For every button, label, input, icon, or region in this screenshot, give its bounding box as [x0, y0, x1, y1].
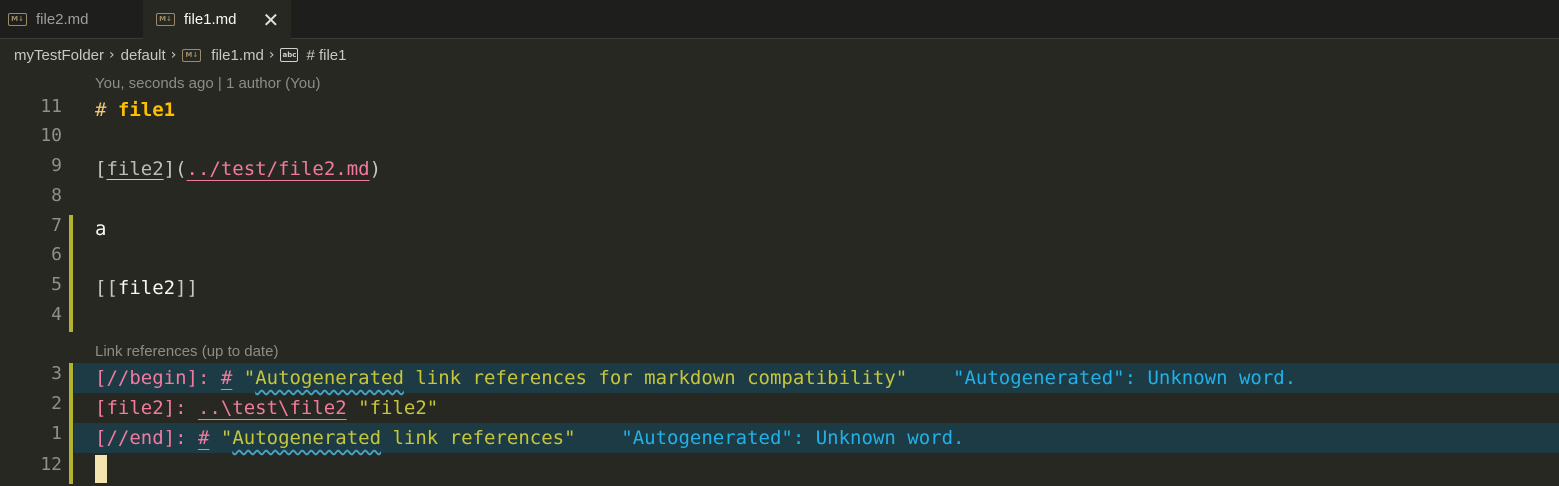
chevron-right-icon: ›	[170, 47, 177, 63]
close-icon[interactable]: ✕	[263, 8, 280, 32]
bracket: ]]	[175, 277, 198, 299]
codelens-blame[interactable]: You, seconds ago | 1 author (You)	[95, 75, 320, 92]
chevron-right-icon: ›	[109, 47, 115, 63]
ref-label: [//begin]:	[95, 367, 210, 389]
editor-line-link[interactable]: [file2](../test/file2.md)	[95, 154, 381, 184]
line-number: 4	[51, 304, 62, 325]
link-url[interactable]: ../test/file2.md	[187, 158, 370, 180]
tab-label: file2.md	[36, 10, 89, 28]
ref-path[interactable]: ..\test\file2	[198, 397, 347, 419]
codelens-link-references[interactable]: Link references (up to date)	[95, 343, 278, 360]
editor-line-heading[interactable]: # file1	[95, 95, 175, 125]
text-cursor	[95, 454, 107, 483]
heading-text: file1	[117, 99, 176, 121]
diagnostic-message: "Autogenerated": Unknown word.	[621, 427, 965, 449]
line-number: 3	[51, 363, 62, 384]
misspelled-word[interactable]: Autogenerated	[232, 427, 381, 449]
plain-text: a	[95, 218, 107, 240]
chevron-right-icon: ›	[268, 47, 275, 63]
markdown-icon: M↓	[8, 12, 27, 26]
bracket: [[	[95, 277, 118, 299]
symbol-string-icon: abc	[280, 48, 299, 62]
editor-line-ref-end[interactable]: [//end]: # "Autogenerated link reference…	[95, 423, 964, 453]
breadcrumb: myTestFolder › default › M↓ file1.md › a…	[14, 44, 346, 66]
ref-title-rest: link references"	[381, 427, 576, 449]
link-text[interactable]: file2	[106, 158, 163, 180]
markdown-icon: M↓	[182, 48, 202, 62]
breadcrumb-folder[interactable]: myTestFolder	[14, 47, 104, 64]
bracket: ](	[163, 158, 187, 180]
editor-line-ref-file2[interactable]: [file2]: ..\test\file2 "file2"	[95, 393, 438, 423]
line-number: 11	[40, 96, 62, 117]
misspelled-word[interactable]: Autogenerated	[255, 367, 404, 389]
diagnostic-message: "Autogenerated": Unknown word.	[953, 367, 1297, 389]
breadcrumb-file[interactable]: file1.md	[211, 47, 264, 64]
markdown-icon: M↓	[156, 13, 175, 26]
tab-file2[interactable]: M↓ file2.md	[0, 0, 143, 38]
ref-title: "Autogenerated link references for markd…	[244, 367, 908, 389]
editor-line-cursor[interactable]	[95, 453, 107, 483]
wikilink-text[interactable]: file2	[118, 277, 175, 299]
quote: "	[220, 427, 233, 449]
heading-marker: #	[95, 99, 107, 121]
git-modified-indicator[interactable]	[69, 215, 73, 332]
breadcrumb-subfolder[interactable]: default	[121, 47, 166, 64]
line-number: 7	[51, 215, 62, 236]
line-number: 5	[51, 274, 62, 295]
line-number: 6	[51, 244, 62, 265]
ref-label: [//end]:	[95, 427, 187, 449]
editor-line-ref-begin[interactable]: [//begin]: # "Autogenerated link referen…	[95, 363, 1296, 393]
ref-hash: #	[197, 427, 210, 449]
line-number: 12	[40, 454, 62, 475]
breadcrumb-symbol[interactable]: # file1	[306, 47, 346, 64]
tab-file1[interactable]: M↓ file1.md ✕	[143, 0, 291, 39]
editor-line-wikilink[interactable]: [[file2]]	[95, 273, 198, 303]
line-number: 2	[51, 393, 62, 414]
tab-bar: M↓ file2.md M↓ file1.md ✕	[0, 0, 1559, 39]
bracket: )	[369, 158, 382, 180]
bracket: [	[95, 158, 107, 180]
quote: "	[243, 367, 256, 389]
ref-title: "Autogenerated link references"	[221, 427, 576, 449]
ref-label: [file2]:	[95, 397, 187, 419]
line-number: 10	[40, 125, 62, 146]
editor-line-text[interactable]: a	[95, 214, 106, 244]
tab-label: file1.md	[184, 11, 237, 28]
line-number: 9	[51, 155, 62, 176]
git-modified-indicator[interactable]	[69, 363, 73, 484]
line-number: 8	[51, 185, 62, 206]
line-number: 1	[51, 423, 62, 444]
ref-hash: #	[220, 367, 233, 389]
ref-title: "file2"	[358, 397, 439, 419]
ref-title-rest: link references for markdown compatibili…	[403, 367, 908, 389]
